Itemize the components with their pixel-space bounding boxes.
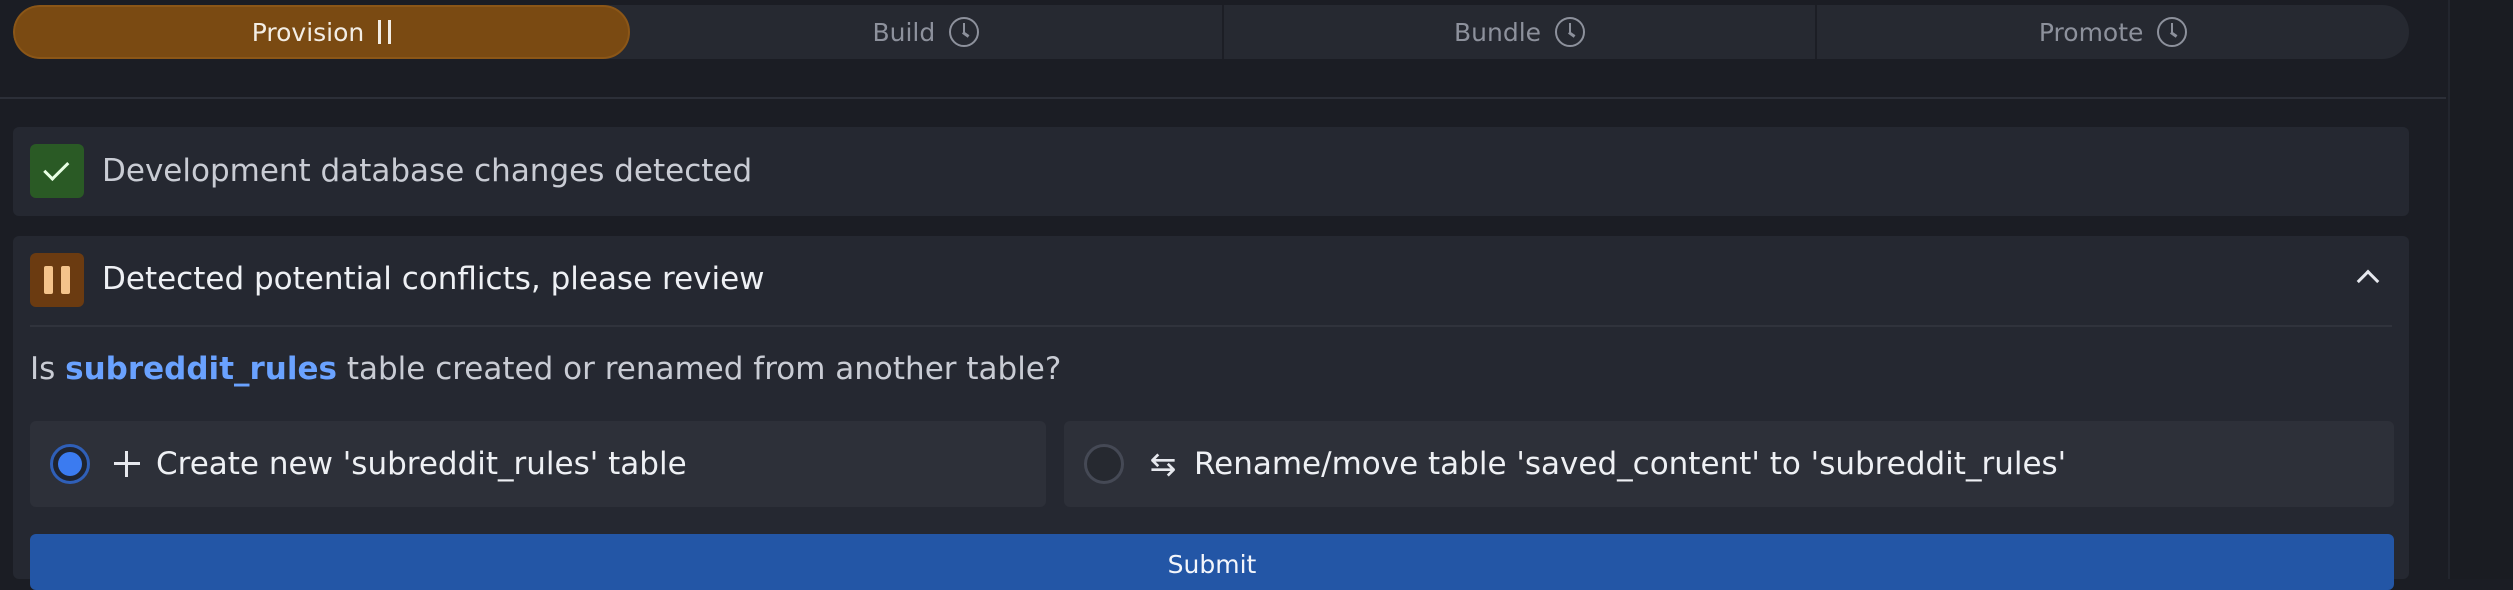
step-provision[interactable]: Provision xyxy=(13,5,630,59)
chevron-up-icon[interactable] xyxy=(2356,269,2380,293)
deploy-review-panel: Provision Build Bundle Promote Developme… xyxy=(0,0,2513,590)
swap-arrows-icon: ⇆ xyxy=(1149,445,1177,483)
step-bundle[interactable]: Bundle xyxy=(1224,5,1818,59)
step-promote[interactable]: Promote xyxy=(1817,5,2409,59)
card-title: Development database changes detected xyxy=(102,153,753,189)
step-build[interactable]: Build xyxy=(630,5,1224,59)
success-badge xyxy=(30,144,84,198)
option-rename-table[interactable]: ⇆ Rename/move table 'saved_content' to '… xyxy=(1064,421,2394,507)
step-label: Promote xyxy=(2038,17,2144,47)
question-prefix: Is xyxy=(30,351,56,387)
clock-icon xyxy=(949,17,980,47)
question-suffix: table created or renamed from another ta… xyxy=(346,351,1062,387)
dev-changes-card: Development database changes detected xyxy=(13,127,2409,216)
card-divider xyxy=(30,325,2392,327)
table-name: subreddit_rules xyxy=(65,351,337,387)
submit-button[interactable]: Submit xyxy=(30,534,2394,590)
conflict-question: Is subreddit_rules table created or rena… xyxy=(30,349,1061,389)
clock-icon xyxy=(1555,17,1586,47)
conflicts-card: Detected potential conflicts, please rev… xyxy=(13,236,2409,590)
header-divider xyxy=(0,97,2446,99)
check-icon xyxy=(43,154,70,181)
option-label: Create new 'subreddit_rules' table xyxy=(156,446,687,482)
warning-badge xyxy=(30,253,84,307)
step-label: Provision xyxy=(251,17,365,47)
option-label: Rename/move table 'saved_content' to 'su… xyxy=(1194,446,2067,482)
card-title: Detected potential conflicts, please rev… xyxy=(102,261,765,297)
radio-unselected[interactable] xyxy=(1084,444,1124,484)
radio-selected[interactable] xyxy=(50,444,90,484)
pause-icon xyxy=(378,20,392,44)
pause-icon xyxy=(44,266,70,294)
clock-icon xyxy=(2157,17,2188,47)
deploy-stepper: Provision Build Bundle Promote xyxy=(13,5,2409,59)
plus-icon xyxy=(112,449,142,479)
right-panel-edge xyxy=(2448,0,2513,579)
option-create-table[interactable]: Create new 'subreddit_rules' table xyxy=(30,421,1046,507)
step-label: Build xyxy=(872,17,936,47)
step-label: Bundle xyxy=(1453,17,1542,47)
